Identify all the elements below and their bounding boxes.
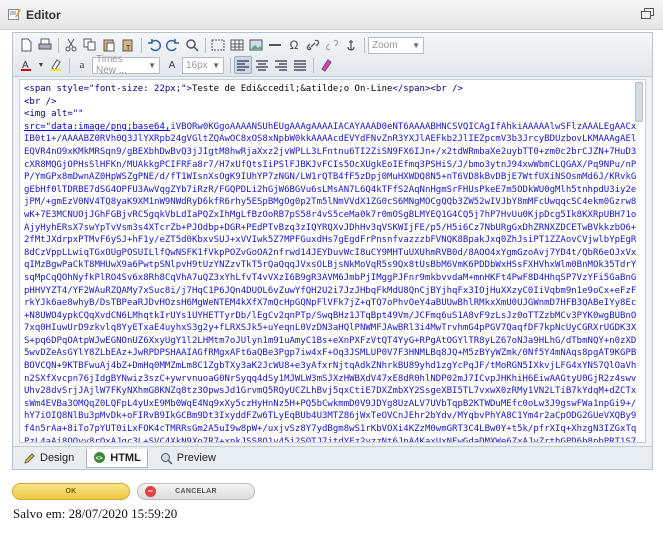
chevron-down-icon: ▼ [412,40,420,50]
saved-status-text: Salvo em: 28/07/2020 15:59:20 [13,506,178,521]
special-character-icon[interactable]: Ω [285,36,303,54]
font-color-dropdown-icon[interactable]: ▼ [36,56,46,74]
code-img-tag: <img alt="" [24,109,84,120]
tab-preview-label: Preview [176,452,216,464]
code-span-close-tag: </span><br /> [392,84,463,94]
editor-mode-tabs: Design <> HTML Preview [13,446,652,469]
clear-format-icon[interactable] [317,56,335,74]
zoom-select[interactable]: Zoom ▼ [368,36,424,54]
toolbar-separator [69,57,70,73]
toolbar-separator [58,37,59,53]
paste-icon[interactable] [100,36,118,54]
image-icon[interactable] [247,36,265,54]
pencil-icon [24,452,35,464]
horizontal-rule-icon[interactable] [266,36,284,54]
html-code-icon: <> [94,452,106,463]
toolbar-separator [364,37,365,53]
html-editor: T Ω Zoom ▼ A ▼ a Times New ... ▼ A 16px … [12,32,653,470]
align-center-icon[interactable] [253,56,271,74]
tab-preview[interactable]: Preview [154,449,222,468]
font-family-value: Times New ... [96,54,128,76]
align-right-icon[interactable] [272,56,290,74]
cut-icon[interactable] [62,36,80,54]
select-all-icon[interactable] [209,36,227,54]
tab-html[interactable]: <> HTML [86,448,148,468]
link-icon[interactable] [304,36,322,54]
html-source-textarea[interactable]: <span style="font-size: 22px;">Teste de … [19,79,646,443]
tab-design-label: Design [40,452,75,464]
code-base64-data: iVBORw0KGgoAAAANSUhEUgAAAgAAAAIACAYAAAD0… [24,121,637,443]
code-br-line: <br /> [24,96,57,107]
unlink-icon[interactable] [323,36,341,54]
ok-button[interactable]: OK [12,483,130,500]
align-justify-icon[interactable] [291,56,309,74]
anchor-icon[interactable] [342,36,360,54]
tab-html-label: HTML [110,451,141,464]
editor-toolbar: T Ω Zoom ▼ A ▼ a Times New ... ▼ A 16px … [13,33,652,77]
svg-text:T: T [126,45,131,52]
chevron-down-icon: ▼ [148,60,156,70]
panel-header: Editor [0,0,663,30]
code-span-open-tag: <span style="font-size: 22px;"> [24,84,192,94]
font-color-icon[interactable]: A [17,56,35,74]
cancel-icon: − [145,486,156,497]
toolbar-row-1: T Ω Zoom ▼ [17,35,427,55]
cancel-button-label: CANCELAR [175,488,217,495]
redo-icon[interactable] [164,36,182,54]
code-span-text: Teste de Edi&ccedil;&atilde;o On-Line [191,84,393,94]
font-family-icon[interactable]: a [73,56,91,74]
undo-icon[interactable] [145,36,163,54]
table-icon[interactable] [228,36,246,54]
code-src-prefix: src="data:image/png;base64, [24,121,171,132]
font-size-value: 16px [186,59,208,71]
new-document-icon[interactable] [17,36,35,54]
chevron-down-icon: ▼ [212,60,220,70]
restore-window-icon[interactable] [641,8,655,20]
zoom-value: Zoom [372,39,398,51]
paste-text-icon[interactable]: T [119,36,137,54]
magnifier-icon [160,452,173,465]
highlight-color-icon[interactable] [47,56,65,74]
font-size-icon[interactable]: A [163,56,181,74]
toolbar-row-2: A ▼ a Times New ... ▼ A 16px ▼ [17,54,336,76]
find-icon[interactable] [183,36,201,54]
scrollbar-thumb[interactable] [635,82,643,122]
svg-text:<>: <> [96,456,104,462]
print-icon[interactable] [36,36,54,54]
ok-button-label: OK [65,488,77,495]
toolbar-separator [230,57,231,73]
tab-design[interactable]: Design [17,449,80,468]
align-left-icon[interactable] [234,56,252,74]
font-size-select[interactable]: 16px ▼ [182,56,224,74]
panel-title: Editor [26,8,61,22]
font-family-select[interactable]: Times New ... ▼ [92,54,160,76]
edit-document-icon [8,9,21,20]
cancel-button[interactable]: − CANCELAR [137,483,255,500]
toolbar-separator [205,37,206,53]
copy-icon[interactable] [81,36,99,54]
toolbar-separator [141,37,142,53]
toolbar-separator [313,57,314,73]
